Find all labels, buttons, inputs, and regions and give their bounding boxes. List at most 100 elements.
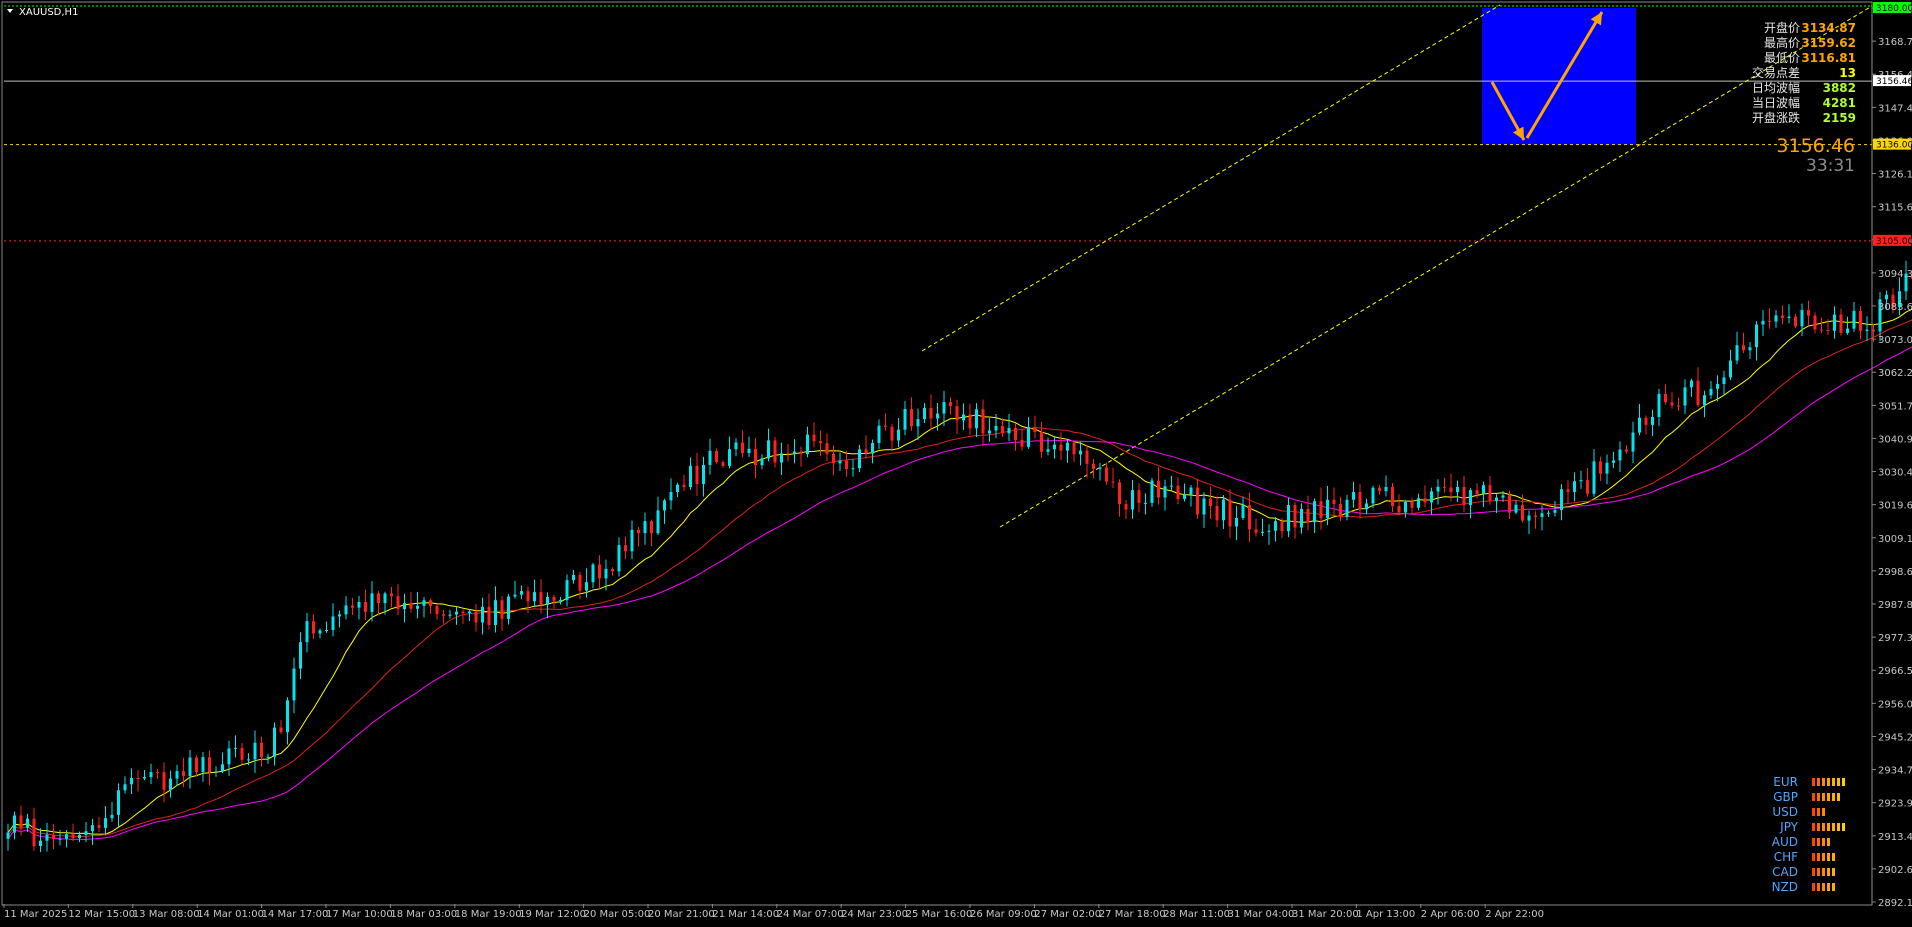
candle-body [877,425,881,444]
candle-body [825,443,829,454]
candle-body [214,771,218,773]
price-tag-label: 3136.00 [1876,141,1912,151]
price-tag-label: 3105.00 [1876,237,1912,247]
price-tick-label: 2987.80 [1878,600,1912,611]
price-tag-label: 3156.46 [1876,77,1912,87]
candle-body [747,448,751,454]
candle-body [1274,521,1277,531]
candle-body [416,605,419,609]
candle-body [1261,531,1264,533]
candle-body [1397,505,1401,513]
price-tick-label: 2945.20 [1878,732,1912,743]
time-tick-label: 25 Mar 16:00 [906,909,973,920]
candle-body [923,408,926,420]
candle-body [656,510,660,534]
candle-body [325,630,328,632]
candle-body [188,757,192,776]
big-price-label: 3156.46 [1776,135,1855,157]
candle-body [487,606,491,625]
candle-body [1573,481,1576,492]
candle-body [1800,310,1804,327]
candle-body [1417,498,1420,508]
candle-body [1092,463,1095,469]
currency-label: JPY [1779,820,1799,834]
strength-bar [1822,868,1825,876]
price-tick-label: 2966.50 [1878,666,1912,677]
candle-body [955,406,959,421]
strength-bar [1817,868,1820,876]
candle-body [929,408,933,419]
candle-body [1319,501,1323,518]
time-tick-label: 24 Mar 07:00 [777,909,844,920]
candle-body [1690,380,1693,388]
candle-body [780,453,783,463]
candle-body [1813,315,1817,330]
candle-body [1469,490,1472,506]
price-tag-label: 3180.00 [1876,4,1912,14]
candle-body [338,614,341,617]
candle-body [1716,383,1719,389]
candle-body [1540,513,1544,517]
target-zone[interactable] [1482,8,1636,145]
candle-body [1839,314,1843,333]
candle-body [942,402,946,414]
strength-bar [1817,853,1820,861]
price-tick-label: 3115.60 [1878,203,1912,214]
candle-body [793,451,796,454]
candle-body [1202,498,1206,515]
price-chart[interactable]: 3180.00 3168.70 3156.46 3147.40 3136.00 3126.… [0,0,1912,927]
candle-body [1306,508,1310,523]
candle-body [708,450,712,465]
candle-body [1475,490,1479,495]
price-tick-label: 2934.70 [1878,766,1912,777]
candle-body [305,621,309,643]
candle-body [1404,502,1407,513]
candle-body [741,442,744,454]
candle-body [1183,494,1186,499]
candle-body [715,450,718,463]
candle-body [78,834,81,839]
candle-body [377,593,380,604]
candle-body [1787,316,1791,318]
candle-body [1118,482,1121,505]
candle-body [1267,530,1271,532]
candle-body [1807,310,1810,316]
candle-body [1020,439,1024,447]
candle-body [1072,442,1076,455]
candle-body [1384,486,1388,492]
candle-body [1670,402,1674,406]
candle-body [1651,416,1654,425]
candle-body [1514,504,1518,513]
strength-bar [1832,868,1835,876]
time-tick-label: 31 Mar 04:00 [1228,909,1295,920]
candle-body [1209,498,1212,507]
price-tick-label: 3168.70 [1878,37,1912,48]
candle-body [1508,495,1511,513]
candle-body [195,757,198,772]
candle-body [422,600,426,606]
candle-body [97,825,101,828]
candle-body [1085,450,1089,464]
candle-body [598,564,601,579]
candle-body [45,834,49,841]
candle-body [1761,320,1765,325]
candle-body [1365,503,1368,510]
candle-body [1696,380,1700,406]
candle-body [1053,444,1056,450]
candle-body [552,596,556,601]
info-value: 13 [1839,66,1856,80]
candle-body [474,611,478,623]
candle-body [1059,444,1063,451]
candle-body [156,772,159,774]
time-tick-label: 2 Apr 06:00 [1421,909,1480,920]
info-value: 3882 [1823,81,1856,95]
candle-body [312,621,315,634]
candle-body [1456,486,1459,493]
candle-body [1391,486,1394,506]
price-tick-label: 2923.90 [1878,799,1912,810]
candle-body [760,458,764,466]
candle-body [396,596,400,610]
candle-body [786,453,790,455]
candle-body [390,593,393,597]
candle-body [1007,427,1011,434]
